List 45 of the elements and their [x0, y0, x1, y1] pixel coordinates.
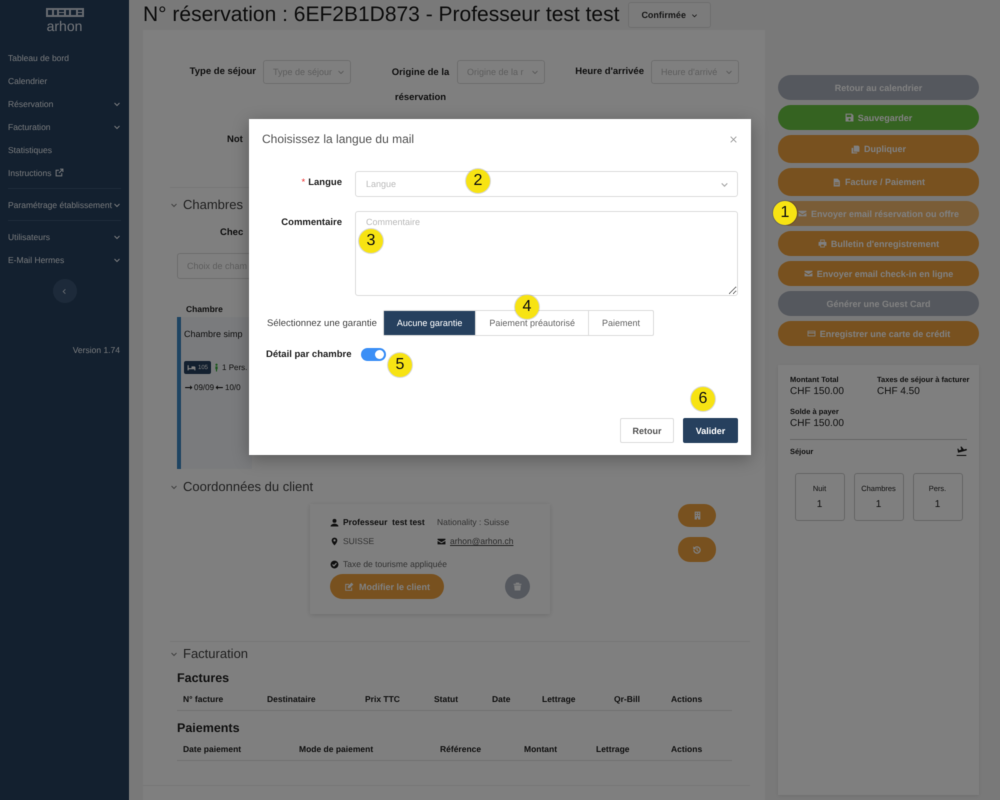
field-label: Heure d'arrivée: [574, 65, 644, 79]
column-header: Montant: [524, 744, 558, 754]
column-header: Mode de paiement: [299, 744, 374, 754]
client-name: Professeur test test: [343, 517, 425, 527]
field-label: Not: [227, 134, 243, 145]
field-label: Commentaire: [280, 216, 342, 230]
column-header: Prix TTC: [365, 694, 401, 704]
amount-value: CHF 150.00: [790, 418, 845, 429]
table-title: Factures: [177, 671, 230, 685]
amount-value: CHF 4.50: [877, 386, 921, 397]
tourism-tax-label: Taxe de tourisme appliquée: [343, 559, 447, 569]
departure-date: 10/0: [225, 383, 241, 392]
column-header: Actions: [671, 694, 704, 704]
field-label: Type de séjour: [188, 65, 256, 79]
field-label: Origine de la réservation: [390, 66, 450, 105]
field-label: * Langue: [300, 176, 342, 190]
count-value: 1: [876, 499, 882, 510]
toggle-label: Détail par chambre: [266, 349, 352, 360]
column-header: Qr-Bill: [614, 694, 641, 704]
column-header: Référence: [440, 744, 482, 754]
number-callout: 1: [773, 201, 797, 225]
column-header: Statut: [434, 694, 460, 704]
client-country: SUISSE: [343, 536, 374, 546]
column-header: Date paiement: [183, 744, 242, 754]
count-value: 1: [816, 499, 822, 510]
logo-text: arhon: [46, 18, 82, 34]
table-title: Paiements: [177, 721, 241, 735]
page-title: N° réservation : 6EF2B1D873 - Professeur test test: [143, 3, 620, 27]
column-header: Destinataire: [267, 694, 317, 704]
guarantee-label: Sélectionnez une garantie: [267, 318, 377, 328]
dialog-title: Choisissez la langue du mail: [262, 132, 414, 146]
room-name: Chambre simp: [184, 329, 244, 339]
column-header: N° facture: [183, 694, 224, 704]
client-nationality: Nationality : Suisse: [437, 517, 510, 527]
column-header: Chambre: [186, 304, 223, 314]
amount-value: CHF 150.00: [790, 386, 845, 397]
field-label: Chec: [220, 227, 244, 238]
column-header: Date: [492, 694, 512, 704]
version-label: Version 1.74: [72, 344, 121, 355]
column-header: Lettrage: [542, 694, 577, 704]
count-value: 1: [934, 499, 940, 510]
arrival-date: 09/09: [194, 383, 214, 392]
column-header: Actions: [671, 744, 704, 754]
column-header: Lettrage: [596, 744, 631, 754]
guest-count: 1 Pers.: [222, 363, 248, 372]
